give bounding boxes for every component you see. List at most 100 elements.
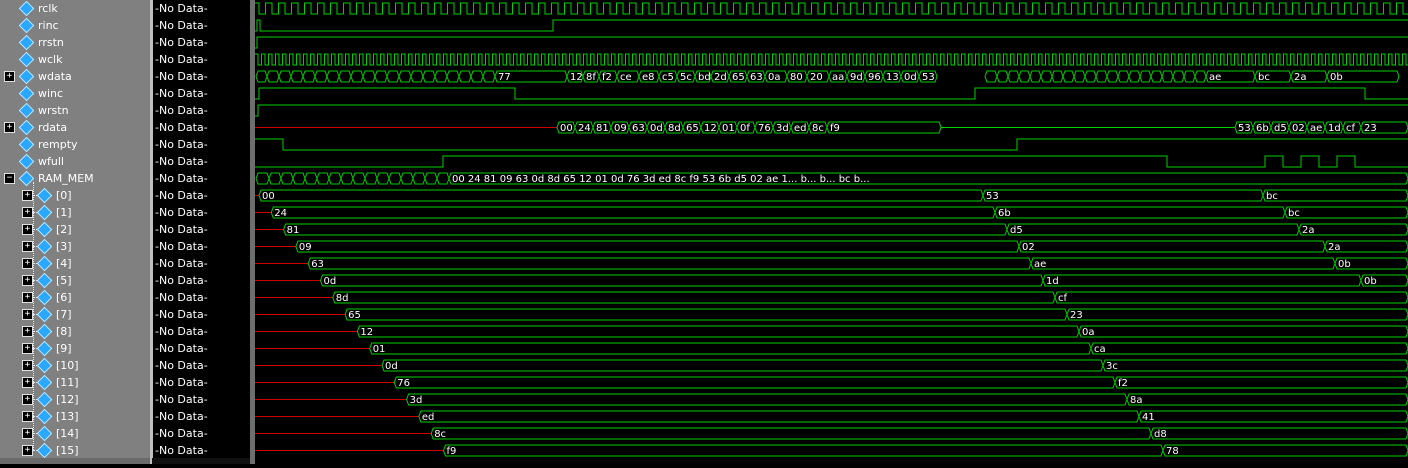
ram-mem-13-bus-value: ed: [422, 412, 435, 423]
signal-row[interactable]: rclk: [0, 0, 150, 17]
expand-toggle-icon[interactable]: +: [22, 224, 33, 235]
signal-row[interactable]: + [0]: [0, 187, 150, 204]
signal-row[interactable]: + [8]: [0, 323, 150, 340]
expand-toggle-icon[interactable]: +: [4, 71, 15, 82]
wdata-bus-value: c5: [662, 72, 674, 83]
expand-toggle-icon[interactable]: +: [22, 190, 33, 201]
ram-mem-bus-value: 00 24 81 09 63 0d 8d 65 12 01 0d 76 3d e…: [452, 174, 870, 185]
signal-row[interactable]: + [12]: [0, 391, 150, 408]
value-row: -No Data-: [153, 153, 251, 170]
ram-mem-5-bus-value: 0b: [1364, 276, 1377, 287]
value-row: -No Data-: [153, 408, 251, 425]
expand-toggle-icon[interactable]: +: [4, 122, 15, 133]
signal-name: wrstn: [38, 104, 69, 117]
expand-toggle-icon[interactable]: +: [22, 445, 33, 456]
rdata-bus-value: 63: [632, 123, 645, 134]
rempty-wave: [255, 138, 1408, 151]
wdata-bus-segment: [1194, 70, 1207, 83]
signal-row[interactable]: + [5]: [0, 272, 150, 289]
expand-toggle-icon[interactable]: +: [22, 377, 33, 388]
signal-row[interactable]: rrstn: [0, 34, 150, 51]
signal-row[interactable]: wclk: [0, 51, 150, 68]
signal-row[interactable]: + [3]: [0, 238, 150, 255]
signal-value: -No Data-: [155, 189, 208, 202]
rrstn-wave: [255, 36, 1408, 49]
ram-mem-13-bus-segment: [1138, 410, 1408, 423]
signal-diamond-icon: [18, 170, 35, 187]
signal-row[interactable]: + [13]: [0, 408, 150, 425]
wdata-bus-value: 20: [810, 72, 823, 83]
signal-name: rdata: [38, 121, 68, 134]
ram-mem-13-bus-segment: [418, 410, 1140, 423]
rdata-bus-value: 53: [1238, 123, 1251, 134]
ram-mem-1-bus-segment: [1284, 206, 1408, 219]
expand-toggle-icon[interactable]: +: [22, 326, 33, 337]
signal-value: -No Data-: [155, 393, 208, 406]
ram-mem-12-bus-segment: [406, 393, 1128, 406]
signal-row[interactable]: + wdata: [0, 68, 150, 85]
signal-row[interactable]: + [11]: [0, 374, 150, 391]
expand-toggle-icon[interactable]: +: [22, 360, 33, 371]
ram-mem-2-bus-segment: [1298, 223, 1408, 236]
wdata-bus-segment: [1095, 70, 1108, 83]
signal-row[interactable]: + [1]: [0, 204, 150, 221]
expand-toggle-icon[interactable]: +: [22, 207, 33, 218]
expand-toggle-icon[interactable]: +: [22, 411, 33, 422]
expand-toggle-icon[interactable]: +: [22, 343, 33, 354]
value-pane-scrollbar[interactable]: [152, 458, 250, 464]
signal-row[interactable]: + [15]: [0, 442, 150, 459]
signal-row[interactable]: wrstn: [0, 102, 150, 119]
value-row: -No Data-: [153, 255, 251, 272]
signal-diamond-icon: [36, 323, 53, 340]
expand-toggle-icon[interactable]: +: [22, 292, 33, 303]
signal-row[interactable]: + [6]: [0, 289, 150, 306]
signal-name-pane: rclk rinc rrstn wclk + wdata winc wrstn + rdata re…: [0, 0, 150, 464]
ram-mem-14-bus-segment: [1150, 427, 1408, 440]
waveform-canvas[interactable]: 77 12 8f f2 ce e8 c5 5c bd 2d 65 63 0a 80 20 aa 9d 96 13 0d…: [255, 0, 1408, 464]
expand-toggle-icon[interactable]: +: [22, 309, 33, 320]
collapse-toggle-icon[interactable]: −: [4, 173, 15, 184]
value-row: -No Data-: [153, 323, 251, 340]
signal-diamond-icon: [36, 442, 53, 459]
signal-row[interactable]: + [7]: [0, 306, 150, 323]
waveform-pane[interactable]: 77 12 8f f2 ce e8 c5 5c bd 2d 65 63 0a 80 20 aa 9d 96 13 0d…: [255, 0, 1408, 464]
signal-row[interactable]: + [9]: [0, 340, 150, 357]
wdata-bus-value: 9d: [850, 72, 863, 83]
ram-mem-2-bus-segment: [283, 223, 1008, 236]
signal-row[interactable]: rempty: [0, 136, 150, 153]
ram-mem-bus-segment: [412, 172, 426, 185]
ram-mem-bus-segment: [268, 172, 282, 185]
ram-mem-0-bus-segment: [1262, 189, 1408, 202]
signal-row[interactable]: + [2]: [0, 221, 150, 238]
expand-toggle-icon[interactable]: +: [22, 258, 33, 269]
ram-mem-2-bus-value: 2a: [1302, 225, 1315, 236]
signal-row[interactable]: rinc: [0, 17, 150, 34]
ram-mem-11-bus-value: 76: [397, 378, 410, 389]
expand-toggle-icon[interactable]: +: [22, 428, 33, 439]
wdata-bus-segment: [290, 70, 304, 83]
signal-row[interactable]: + rdata: [0, 119, 150, 136]
wdata-bus-segment: [1073, 70, 1086, 83]
signal-row[interactable]: winc: [0, 85, 150, 102]
signal-row[interactable]: + [10]: [0, 357, 150, 374]
signal-value: -No Data-: [155, 155, 208, 168]
expand-toggle-icon[interactable]: +: [22, 241, 33, 252]
value-row: -No Data-: [153, 68, 251, 85]
signal-value: -No Data-: [155, 427, 208, 440]
expand-toggle-icon[interactable]: +: [22, 275, 33, 286]
signal-row[interactable]: wfull: [0, 153, 150, 170]
signal-row[interactable]: − RAM_MEM: [0, 170, 150, 187]
signal-value: -No Data-: [155, 342, 208, 355]
signal-row[interactable]: + [4]: [0, 255, 150, 272]
signal-row[interactable]: + [14]: [0, 425, 150, 442]
rdata-bus-value: 0f: [740, 123, 750, 134]
signal-diamond-icon: [18, 34, 35, 51]
signal-name: [10]: [56, 359, 79, 372]
signal-pane-scrollbar[interactable]: [0, 458, 150, 464]
wdata-bus-segment: [1029, 70, 1042, 83]
signal-name: [11]: [56, 376, 79, 389]
expand-toggle-icon[interactable]: +: [22, 394, 33, 405]
value-row: -No Data-: [153, 119, 251, 136]
wdata-bus-segment: [374, 70, 388, 83]
wdata-bus-segment: [278, 70, 292, 83]
